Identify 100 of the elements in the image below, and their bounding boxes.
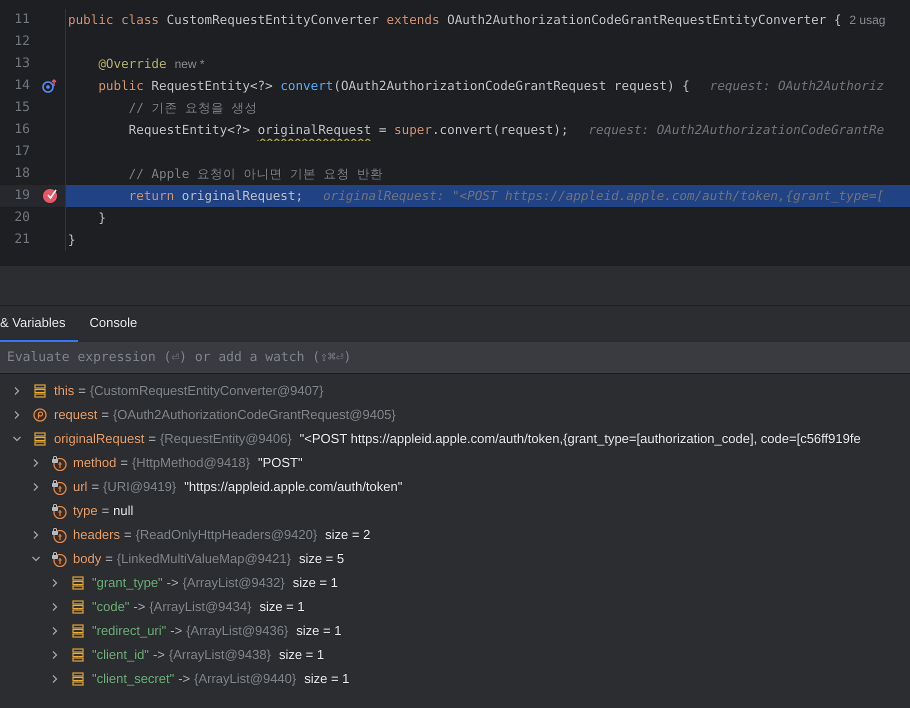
- field-lock-icon: [51, 480, 67, 494]
- variable-type: {ArrayList@9436}: [186, 622, 288, 640]
- code-token: }: [97, 210, 106, 225]
- inline-value-hint: request: OAuth2AuthorizationCodeGrantRe: [588, 120, 884, 139]
- list-icon: [72, 600, 84, 614]
- variable-name: "client_secret": [92, 670, 174, 688]
- code-token: @Override: [97, 56, 167, 71]
- code-token: }: [68, 232, 76, 247]
- separator: =: [101, 406, 109, 424]
- variable-name: request: [54, 406, 98, 424]
- variable-value: size = 1: [304, 670, 350, 688]
- code-token: return: [128, 188, 176, 203]
- variable-value: size = 1: [278, 646, 324, 664]
- variable-name: "client_id": [92, 646, 149, 664]
- list-icon: [72, 576, 84, 590]
- watch-expression-field[interactable]: Evaluate expression (⏎) or add a watch (⇧⌘⏎): [0, 342, 910, 374]
- variable-value: size = 1: [296, 622, 342, 640]
- variable-name: "redirect_uri": [92, 622, 166, 640]
- line-number: 14: [13, 77, 30, 96]
- separator: ->: [133, 598, 146, 616]
- code-token: originalRequest;: [182, 188, 304, 203]
- code-token: super: [394, 122, 432, 137]
- variable-name: headers: [73, 526, 120, 544]
- code-token: RequestEntity<?>: [151, 78, 274, 93]
- code-token: convert: [280, 78, 334, 93]
- variable-name: "code": [92, 598, 130, 616]
- line-number: 15: [13, 99, 30, 118]
- expand-chevron-icon[interactable]: [31, 530, 41, 540]
- line-number: 17: [13, 143, 30, 162]
- code-token: .convert(request);: [432, 122, 568, 137]
- expand-chevron-icon[interactable]: [50, 626, 60, 636]
- code-token: CustomRequestEntityConverter: [166, 12, 380, 27]
- code-token: OAuth2AuthorizationCodeGrantRequestEntityConverter {: [447, 12, 842, 27]
- variable-type: {ArrayList@9432}: [182, 574, 285, 592]
- variable-name: url: [73, 478, 88, 496]
- variable-value: size = 1: [292, 574, 338, 592]
- code-token: =: [378, 122, 388, 137]
- code-token: RequestEntity<?>: [128, 122, 251, 137]
- code-token: originalRequest: [258, 122, 372, 137]
- code-token: (OAuth2AuthorizationCodeGrantRequest request) {: [333, 78, 690, 93]
- variable-type: {ArrayList@9434}: [149, 598, 252, 616]
- expand-chevron-icon[interactable]: [50, 602, 60, 612]
- override-icon[interactable]: [42, 79, 58, 93]
- code-token: // 기존 요청을 생성: [128, 100, 258, 115]
- field-lock-icon: [51, 552, 67, 566]
- expand-chevron-icon[interactable]: [31, 458, 41, 468]
- variable-value: "POST": [258, 454, 303, 472]
- expand-chevron-icon[interactable]: [50, 674, 60, 684]
- variable-name: "grant_type": [92, 574, 163, 592]
- line-number: 18: [13, 165, 30, 184]
- line-number: 13: [13, 55, 30, 74]
- separator: ->: [166, 574, 179, 592]
- variable-type: {RequestEntity@9406}: [160, 430, 292, 448]
- variable-name: body: [73, 550, 102, 568]
- list-icon: [34, 384, 46, 398]
- field-lock-icon: [51, 504, 67, 518]
- separator: ->: [170, 622, 182, 640]
- variable-value: size = 5: [298, 550, 344, 568]
- code-token: public: [97, 78, 145, 93]
- expand-chevron-icon[interactable]: [50, 578, 60, 588]
- variable-type: {ArrayList@9440}: [194, 670, 296, 688]
- variable-name: this: [54, 382, 74, 400]
- collapse-chevron-icon[interactable]: [31, 554, 41, 564]
- list-icon: [72, 672, 84, 686]
- expand-chevron-icon[interactable]: [50, 650, 60, 660]
- line-number: 12: [13, 33, 30, 52]
- variable-name: originalRequest: [54, 430, 144, 448]
- variable-type: {CustomRequestEntityConverter@9407}: [90, 382, 324, 400]
- collapse-chevron-icon[interactable]: [12, 434, 22, 444]
- separator: ->: [178, 670, 190, 688]
- code-token: // Apple 요청이 아니면 기본 요청 반환: [128, 166, 384, 181]
- field-lock-icon: [51, 456, 67, 470]
- variable-value: "<POST https://appleid.apple.com/auth/token,{grant_type=[authorization_code], code=[c56ff919fe: [300, 430, 861, 448]
- variable-type: {URI@9419}: [103, 478, 176, 496]
- expand-chevron-icon[interactable]: [31, 482, 41, 492]
- variable-name: type: [73, 502, 98, 520]
- separator: =: [78, 382, 86, 400]
- breakpoint-icon[interactable]: [42, 188, 58, 204]
- separator: =: [105, 550, 113, 568]
- variable-name: method: [73, 454, 116, 472]
- variable-value: null: [113, 502, 134, 520]
- separator: ->: [152, 646, 165, 664]
- variable-type: {HttpMethod@9418}: [132, 454, 250, 472]
- expand-chevron-icon[interactable]: [12, 386, 22, 396]
- inline-value-hint: request: OAuth2Authoriz: [710, 76, 884, 95]
- field-lock-icon: [51, 528, 67, 542]
- separator: =: [120, 454, 128, 472]
- variable-type: {OAuth2AuthorizationCodeGrantRequest@9405}: [112, 406, 396, 424]
- code-token: public class: [68, 12, 160, 27]
- panel-tab[interactable]: Console: [78, 306, 150, 342]
- list-icon: [34, 432, 46, 446]
- separator: =: [102, 502, 110, 520]
- list-icon: [72, 648, 84, 662]
- list-icon: [72, 624, 84, 638]
- expand-chevron-icon[interactable]: [12, 410, 22, 420]
- variable-value: size = 1: [259, 598, 305, 616]
- line-number: 19: [13, 187, 30, 206]
- separator: =: [124, 526, 132, 544]
- variable-value: size = 2: [325, 526, 370, 544]
- inlay-hint: new *: [174, 56, 205, 73]
